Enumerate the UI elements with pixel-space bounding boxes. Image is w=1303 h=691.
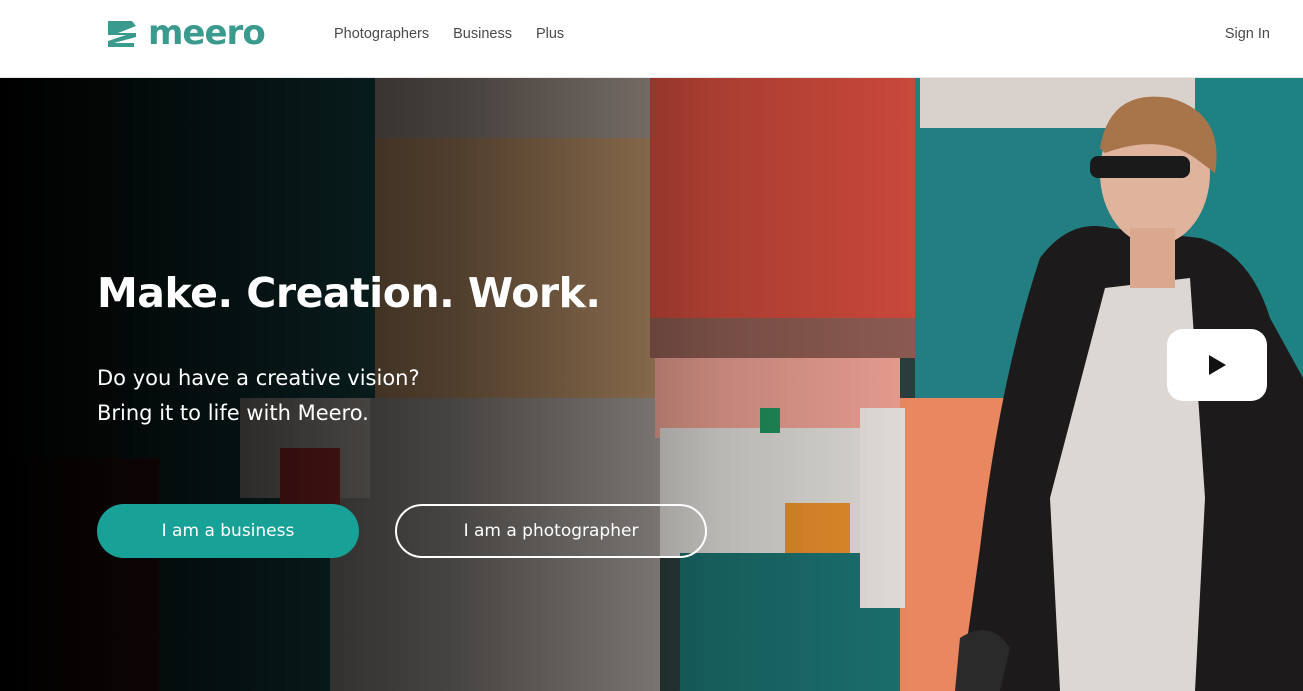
nav-item-plus[interactable]: Plus (536, 26, 564, 42)
meero-logo[interactable]: meero (106, 13, 266, 53)
logo-wordmark: meero (148, 13, 266, 53)
hero-section: Make. Creation. Work. Do you have a crea… (0, 78, 1303, 691)
play-icon (1209, 355, 1226, 375)
nav-item-business[interactable]: Business (453, 26, 512, 42)
hero-subtitle-line2: Bring it to life with Meero. (97, 401, 369, 425)
play-video-button[interactable] (1167, 329, 1267, 401)
meero-logo-mark-icon (108, 21, 136, 47)
hero-title: Make. Creation. Work. (97, 269, 601, 317)
site-header: meero Photographers Business Plus Sign I… (0, 0, 1303, 78)
main-nav: Photographers Business Plus (334, 26, 564, 42)
business-button[interactable]: I am a business (97, 504, 359, 558)
photographer-button[interactable]: I am a photographer (395, 504, 707, 558)
nav-item-photographers[interactable]: Photographers (334, 26, 429, 42)
sign-in-link[interactable]: Sign In (1225, 26, 1270, 42)
hero-subtitle-line1: Do you have a creative vision? (97, 366, 420, 390)
